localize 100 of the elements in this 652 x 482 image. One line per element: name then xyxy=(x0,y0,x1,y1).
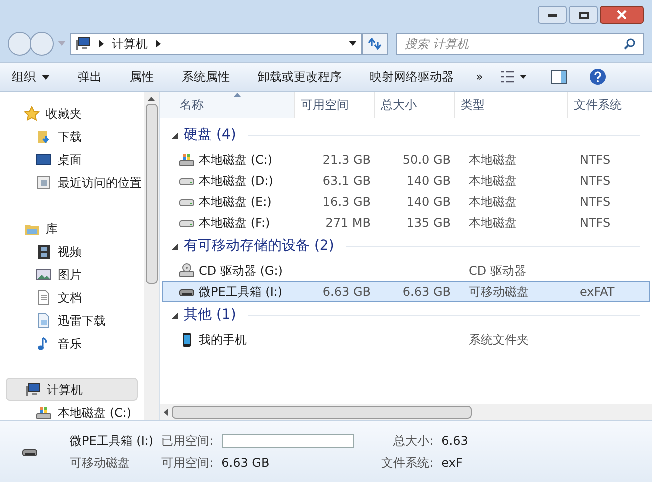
computer-icon xyxy=(75,36,91,52)
file-system-cell: NTFS xyxy=(580,174,611,188)
drive-name: 本地磁盘 (F:) xyxy=(199,214,270,232)
nav-label: 迅雷下载 xyxy=(58,312,106,330)
close-icon xyxy=(617,10,627,20)
help-icon[interactable] xyxy=(589,68,608,86)
nav-label: 音乐 xyxy=(58,336,82,352)
drive-name: CD 驱动器 (G:) xyxy=(199,262,283,280)
drive-name: 本地磁盘 (C:) xyxy=(199,152,273,168)
group-title[interactable]: 其他 (1) xyxy=(184,305,236,326)
type-cell: 本地磁盘 xyxy=(469,194,517,208)
nav-item[interactable]: 音乐 xyxy=(0,332,144,355)
nav-label: 最近访问的位置 xyxy=(58,174,142,192)
breadcrumb-arrow-icon[interactable] xyxy=(156,40,161,48)
preview-pane-icon[interactable] xyxy=(551,70,568,84)
cd-drive-icon xyxy=(179,262,195,278)
drive-row[interactable]: 本地磁盘 (C:) 21.3 GB 50.0 GB 本地磁盘 NTFS xyxy=(162,149,650,170)
free-space-cell: 21.3 GB xyxy=(322,152,371,166)
nav-item[interactable]: 计算机 xyxy=(6,378,138,401)
nav-item[interactable]: 最近访问的位置 xyxy=(0,171,144,194)
drive-row[interactable]: CD 驱动器 (G:) CD 驱动器 xyxy=(162,260,650,281)
nav-item[interactable]: 下载 xyxy=(0,125,144,148)
nav-label: 视频 xyxy=(58,244,82,260)
view-list-icon[interactable] xyxy=(501,71,528,83)
overflow-button[interactable]: » xyxy=(476,68,484,86)
document-icon xyxy=(36,290,52,306)
group-title[interactable]: 有可移动存储的设备 (2) xyxy=(184,236,334,257)
toolbar-button[interactable]: 属性 xyxy=(130,68,154,86)
drive-row[interactable]: 本地磁盘 (F:) 271 MB 135 GB 本地磁盘 NTFS xyxy=(162,212,650,233)
drive-name: 我的手机 xyxy=(199,332,247,348)
breadcrumb-arrow-icon[interactable] xyxy=(99,40,104,48)
total-size-value: 6.63 xyxy=(442,432,468,450)
toolbar-button[interactable]: 弹出 xyxy=(78,68,102,86)
system-drive-icon xyxy=(36,404,52,420)
toolbar-button[interactable]: 卸载或更改程序 xyxy=(258,68,342,86)
nav-label: 本地磁盘 (C:) xyxy=(58,404,132,422)
total-size-cell: 6.63 GB xyxy=(402,284,451,298)
nav-item[interactable]: 迅雷下载 xyxy=(0,309,144,332)
horizontal-scrollbar[interactable] xyxy=(160,404,652,420)
collapse-arrow-icon[interactable] xyxy=(172,312,178,318)
computer-icon xyxy=(25,382,41,398)
maximize-button[interactable] xyxy=(569,6,598,24)
total-size-cell: 140 GB xyxy=(406,174,451,188)
recent-places-icon xyxy=(36,174,52,190)
nav-label: 库 xyxy=(46,220,58,238)
refresh-button[interactable] xyxy=(362,33,388,55)
breadcrumb-item[interactable]: 计算机 xyxy=(112,35,148,53)
nav-item[interactable]: 视频 xyxy=(0,240,144,263)
nav-label: 文档 xyxy=(58,290,82,306)
nav-label: 下载 xyxy=(58,128,82,146)
scroll-left-arrow-icon[interactable] xyxy=(164,408,168,416)
vertical-scrollbar[interactable] xyxy=(144,92,159,420)
file-system-cell: NTFS xyxy=(580,216,611,230)
document-icon xyxy=(36,312,52,328)
toolbar-button[interactable]: 映射网络驱动器 xyxy=(370,68,454,86)
nav-item[interactable]: 本地磁盘 (C:) xyxy=(0,401,144,424)
file-system-cell: exFAT xyxy=(580,284,615,298)
nav-item[interactable]: 文档 xyxy=(0,286,144,309)
group-title[interactable]: 硬盘 (4) xyxy=(184,125,236,146)
nav-item[interactable]: 库 xyxy=(0,217,144,240)
drive-row[interactable]: 我的手机 系统文件夹 xyxy=(162,329,650,350)
total-size-cell: 135 GB xyxy=(406,216,451,230)
free-space-label: 可用空间: xyxy=(162,454,214,472)
system-drive-icon xyxy=(179,152,195,168)
toolbar-button[interactable]: 系统属性 xyxy=(182,68,230,86)
drive-name: 本地磁盘 (D:) xyxy=(199,172,274,190)
toolbar-button[interactable]: 组织 xyxy=(12,68,50,86)
drive-name: 微PE工具箱 (I:) xyxy=(70,432,154,450)
nav-label: 计算机 xyxy=(47,382,83,398)
search-field[interactable]: 搜索 计算机 xyxy=(396,33,644,55)
close-button[interactable] xyxy=(600,6,644,24)
type-cell: 本地磁盘 xyxy=(469,174,517,188)
collapse-arrow-icon[interactable] xyxy=(172,132,178,138)
film-icon xyxy=(36,244,52,260)
total-size-cell: 140 GB xyxy=(406,194,451,208)
nav-item[interactable]: 收藏夹 xyxy=(0,102,144,125)
nav-item[interactable]: 图片 xyxy=(0,263,144,286)
nav-item[interactable]: 桌面 xyxy=(0,148,144,171)
column-header[interactable]: 名称 xyxy=(160,92,294,118)
type-cell: 可移动磁盘 xyxy=(469,284,529,298)
total-size-label: 总大小: xyxy=(392,432,434,450)
drive-name: 微PE工具箱 (I:) xyxy=(199,284,283,300)
dropdown-caret-icon[interactable] xyxy=(349,41,357,47)
file-system-cell: NTFS xyxy=(580,152,611,166)
used-space-label: 已用空间: xyxy=(162,432,214,450)
minimize-button[interactable] xyxy=(538,6,567,24)
picture-icon xyxy=(36,266,52,282)
type-cell: 本地磁盘 xyxy=(469,216,517,230)
drive-row[interactable]: 本地磁盘 (D:) 63.1 GB 140 GB 本地磁盘 NTFS xyxy=(162,170,650,191)
drive-type: 可移动磁盘 xyxy=(70,454,131,472)
scroll-up-arrow-icon[interactable] xyxy=(148,97,155,101)
type-cell: CD 驱动器 xyxy=(469,264,526,278)
address-bar[interactable]: 计算机 xyxy=(70,33,362,55)
drive-row[interactable]: 本地磁盘 (E:) 16.3 GB 140 GB 本地磁盘 NTFS xyxy=(162,191,650,212)
free-space-cell: 63.1 GB xyxy=(322,174,371,188)
drive-row[interactable]: 微PE工具箱 (I:) 6.63 GB 6.63 GB 可移动磁盘 exFAT xyxy=(162,281,650,302)
collapse-arrow-icon[interactable] xyxy=(172,244,178,250)
search-icon xyxy=(624,38,636,50)
nav-label: 图片 xyxy=(58,266,82,284)
free-space-cell: 271 MB xyxy=(326,216,371,230)
